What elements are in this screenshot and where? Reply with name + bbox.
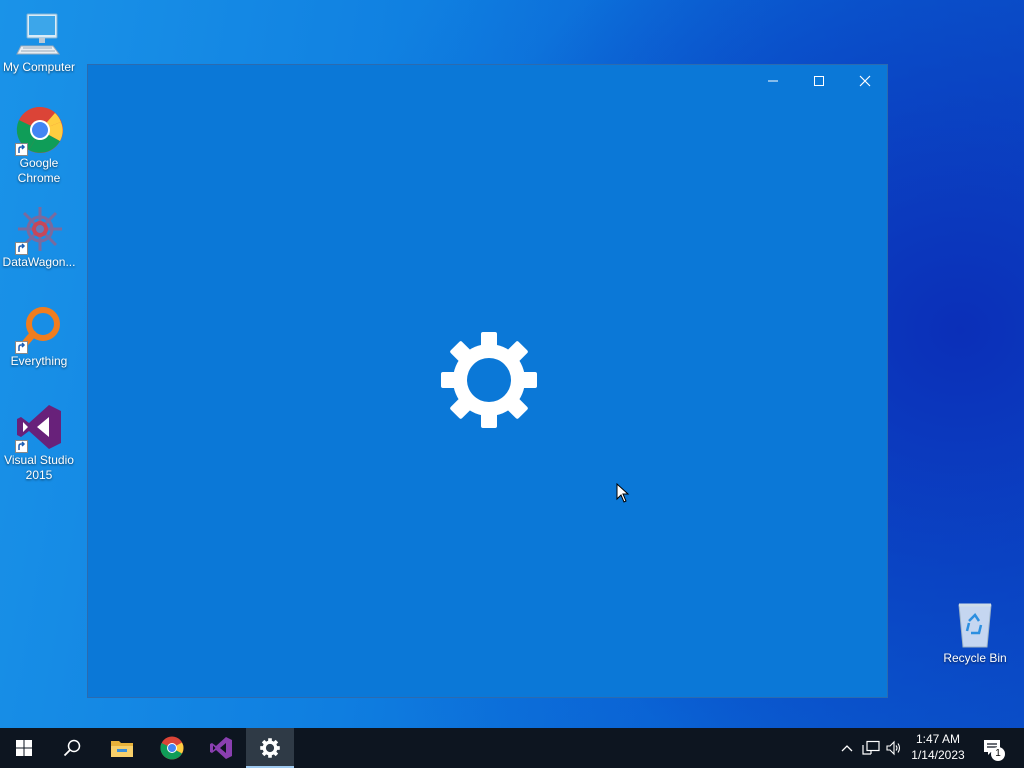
chevron-up-icon — [841, 745, 853, 752]
taskbar-chrome[interactable] — [148, 728, 196, 768]
desktop: My Computer Google Chrome DataWagon... E… — [0, 0, 1024, 728]
desktop-icon-label: My Computer — [2, 60, 76, 74]
chrome-icon — [160, 736, 184, 760]
everything-icon — [15, 304, 63, 354]
visual-studio-icon — [210, 737, 232, 759]
file-explorer-icon — [111, 741, 133, 757]
desktop-icon-visual-studio[interactable]: Visual Studio 2015 — [0, 403, 78, 483]
desktop-icon-label: Everything — [10, 354, 68, 368]
minimize-icon — [768, 80, 778, 82]
network-button[interactable] — [861, 738, 881, 758]
taskbar-file-explorer[interactable] — [98, 728, 146, 768]
clock-time: 1:47 AM — [915, 732, 961, 746]
desktop-icon-google-chrome[interactable]: Google Chrome — [0, 106, 78, 186]
search-button[interactable] — [48, 728, 96, 768]
gear-icon — [440, 331, 538, 429]
settings-splash-window[interactable] — [87, 64, 888, 698]
taskbar-settings[interactable] — [246, 728, 294, 768]
desktop-icon-everything[interactable]: Everything — [0, 304, 78, 369]
shortcut-arrow-icon — [15, 440, 28, 453]
desktop-icon-label: Recycle Bin — [943, 651, 1007, 665]
visual-studio-icon — [15, 403, 63, 453]
close-icon — [859, 75, 871, 87]
desktop-icon-label: Google Chrome — [17, 156, 61, 185]
start-button[interactable] — [0, 728, 48, 768]
shortcut-arrow-icon — [15, 341, 28, 354]
show-hidden-icons-button[interactable] — [837, 738, 857, 758]
volume-button[interactable] — [884, 738, 904, 758]
settings-gear-icon — [260, 738, 280, 758]
chrome-icon — [15, 106, 63, 156]
mouse-pointer-icon — [616, 482, 630, 503]
datawagon-icon — [15, 205, 63, 255]
volume-icon — [886, 740, 901, 756]
computer-icon — [15, 10, 63, 58]
desktop-icon-datawagon[interactable]: DataWagon... — [0, 205, 78, 270]
taskbar-visual-studio[interactable] — [197, 728, 245, 768]
desktop-icon-label: Visual Studio 2015 — [4, 453, 74, 482]
maximize-button[interactable] — [796, 65, 842, 97]
shortcut-arrow-icon — [15, 143, 28, 156]
desktop-icon-label: DataWagon... — [2, 255, 76, 269]
search-icon — [63, 739, 81, 757]
desktop-icon-my-computer[interactable]: My Computer — [0, 10, 78, 75]
notification-count-badge: 1 — [991, 747, 1005, 761]
maximize-icon — [814, 76, 824, 86]
action-center-button[interactable]: 1 — [982, 738, 1005, 761]
close-button[interactable] — [842, 65, 888, 97]
recycle-bin-icon — [951, 601, 999, 649]
windows-start-icon — [16, 740, 32, 756]
shortcut-arrow-icon — [15, 242, 28, 255]
clock-date: 1/14/2023 — [911, 748, 965, 762]
desktop-icon-recycle-bin[interactable]: Recycle Bin — [936, 601, 1014, 666]
taskbar: 1:47 AM 1/14/2023 1 — [0, 728, 1024, 768]
minimize-button[interactable] — [750, 65, 796, 97]
taskbar-clock[interactable]: 1:47 AM 1/14/2023 — [905, 731, 971, 763]
network-icon — [862, 740, 880, 755]
